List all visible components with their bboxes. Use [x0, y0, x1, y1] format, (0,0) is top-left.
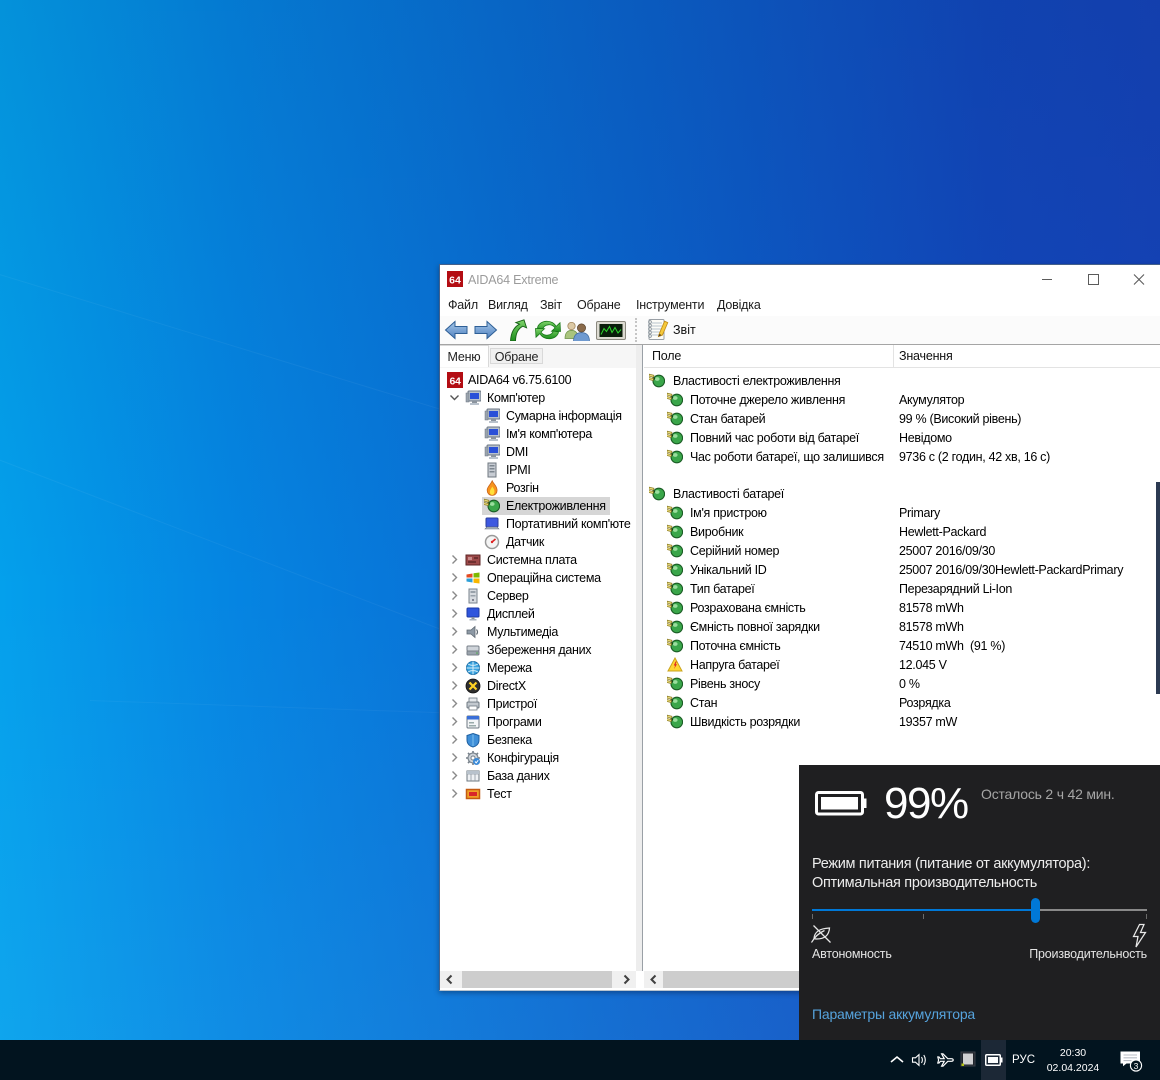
- svg-text:64: 64: [449, 376, 461, 388]
- svg-text:64: 64: [449, 275, 461, 287]
- svg-text:3: 3: [1134, 1061, 1139, 1071]
